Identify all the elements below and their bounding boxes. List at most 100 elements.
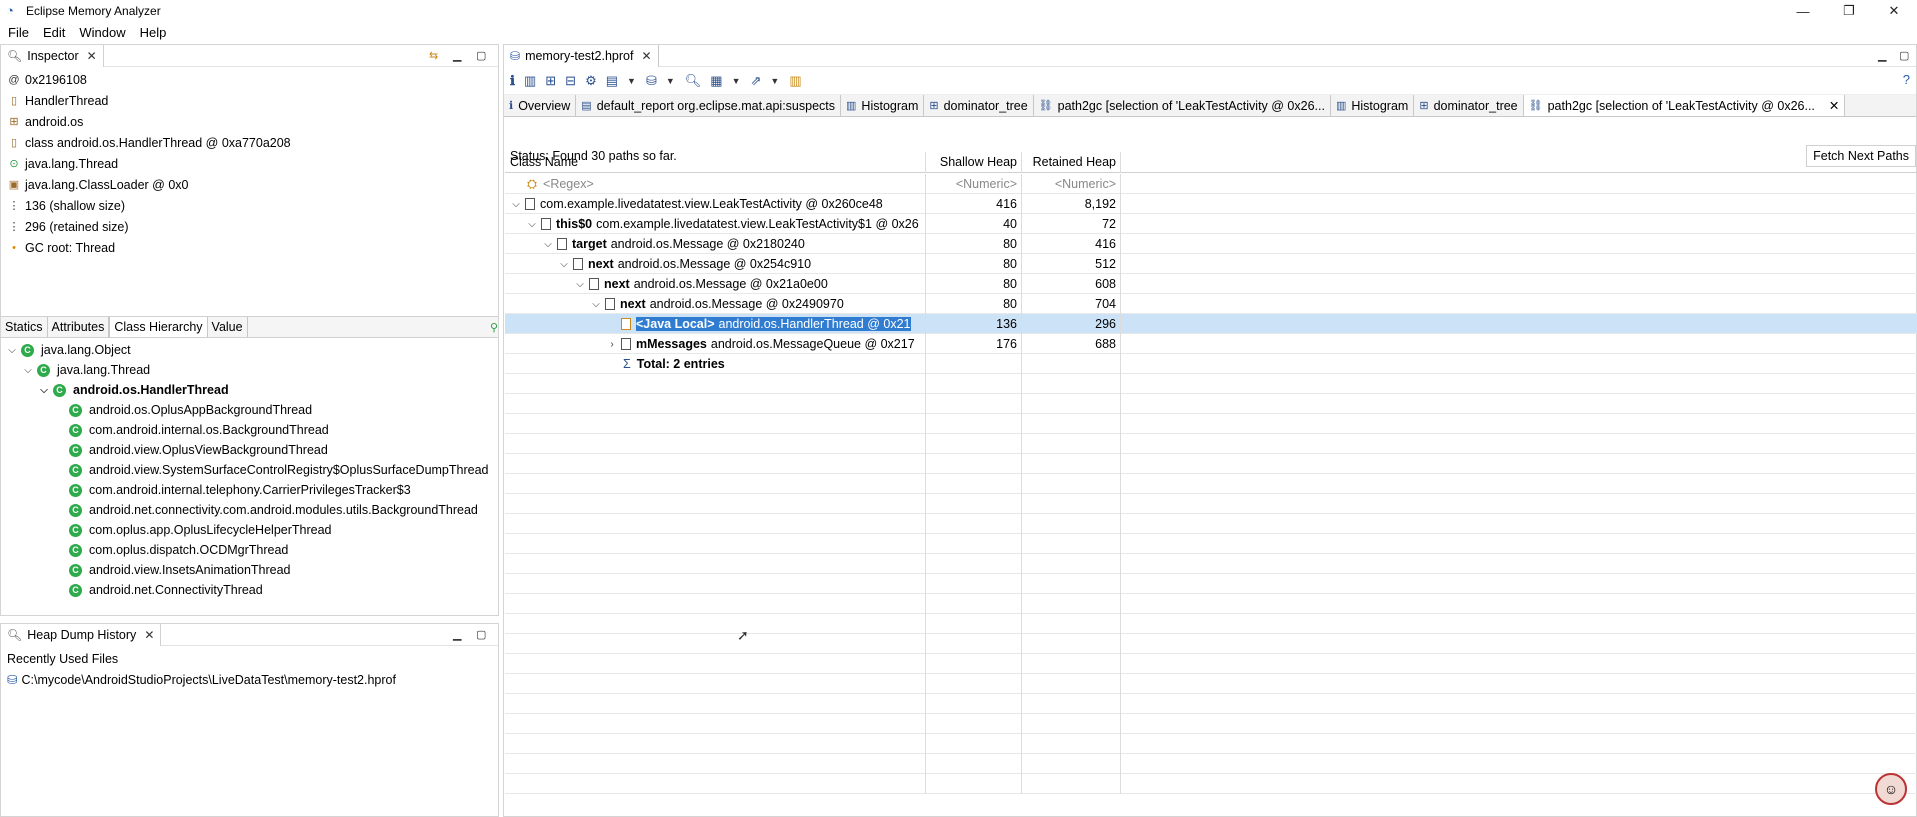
regex-filter-input[interactable]: <Regex> <box>543 177 594 191</box>
histogram-icon[interactable]: ▥ <box>524 73 536 89</box>
chevron-down-icon[interactable]: ⌵ <box>37 385 51 396</box>
close-icon[interactable]: ✕ <box>144 628 154 642</box>
tree-item[interactable]: Ccom.oplus.dispatch.OCDMgrThread <box>69 540 288 560</box>
menu-edit[interactable]: Edit <box>43 25 65 40</box>
tab-statics[interactable]: Statics <box>1 317 48 337</box>
help-icon[interactable]: ? <box>1903 72 1910 87</box>
minimize-view-button[interactable]: ▁ <box>453 49 461 62</box>
export-icon[interactable]: ⇗ <box>751 73 762 89</box>
tree-item[interactable]: ⌵ Cjava.lang.Object <box>5 340 130 360</box>
maximize-view-button[interactable]: ▢ <box>476 628 486 641</box>
column-class-name[interactable]: Class Name <box>510 155 578 169</box>
class-icon: C <box>53 383 66 397</box>
info-icon[interactable]: ℹ <box>510 73 515 89</box>
tab-dominator-tree[interactable]: ⊞ dominator_tree <box>924 95 1034 116</box>
empty-row <box>505 754 1917 774</box>
maximize-editor-button[interactable]: ▢ <box>1899 49 1909 62</box>
chevron-down-icon[interactable]: ⌵ <box>557 259 571 270</box>
tree-item[interactable]: Ccom.android.internal.os.BackgroundThrea… <box>69 420 329 440</box>
tab-path2gc-active[interactable]: ⛓ path2gc [selection of 'LeakTestActivity… <box>1523 95 1846 116</box>
tree-item[interactable]: ⌵ Candroid.os.HandlerThread <box>37 380 228 400</box>
table-total-row: Σ Total: 2 entries <box>505 354 1917 374</box>
table-row[interactable]: ⌵ this$0 com.example.livedatatest.view.Lea… <box>505 214 1917 234</box>
minimize-view-button[interactable]: ▁ <box>453 628 461 641</box>
tree-item[interactable]: Candroid.view.InsetsAnimationThread <box>69 560 291 580</box>
chevron-down-icon[interactable]: ⌵ <box>525 219 539 230</box>
tree-item[interactable]: Candroid.net.ConnectivityThread <box>69 580 263 600</box>
tree-item[interactable]: Candroid.net.connectivity.com.android.mo… <box>69 500 478 520</box>
chevron-down-icon[interactable]: ▼ <box>627 76 636 86</box>
table-row[interactable]: › mMessages android.os.MessageQueue @ 0x21… <box>505 334 1917 354</box>
chevron-right-icon[interactable]: › <box>605 339 619 350</box>
recent-file-item[interactable]: ⛁ C:\mycode\AndroidStudioProjects\LiveDa… <box>1 666 498 688</box>
tab-path2gc[interactable]: ⛓ path2gc [selection of 'LeakTestActivity… <box>1034 95 1331 116</box>
retained-filter-input[interactable]: <Numeric> <box>1021 174 1121 194</box>
query-browser-icon[interactable]: ⛁ <box>646 73 657 89</box>
menu-file[interactable]: File <box>8 25 29 40</box>
table-row[interactable]: ⌵ next android.os.Message @ 0x2490970 80 70… <box>505 294 1917 314</box>
maximize-button[interactable]: ❐ <box>1826 0 1872 22</box>
chevron-down-icon[interactable]: ▼ <box>770 76 779 86</box>
tree-item[interactable]: Ccom.oplus.app.OplusLifecycleHelperThrea… <box>69 520 332 540</box>
empty-row <box>505 454 1917 474</box>
chevron-down-icon[interactable]: ⌵ <box>573 279 587 290</box>
chevron-down-icon[interactable]: ⌵ <box>541 239 555 250</box>
menu-window[interactable]: Window <box>79 25 125 40</box>
close-icon[interactable]: ✕ <box>1829 98 1839 113</box>
thread-overview-icon[interactable]: ⚙ <box>585 73 597 89</box>
tab-default-report[interactable]: ▤ default_report org.eclipse.mat.api:susp… <box>576 95 842 116</box>
tree-item[interactable]: Candroid.view.OplusViewBackgroundThread <box>69 440 328 460</box>
maximize-view-button[interactable]: ▢ <box>476 49 486 62</box>
dominator-tree-icon[interactable]: ⊞ <box>545 73 556 89</box>
tab-histogram[interactable]: ▥ Histogram <box>841 95 925 116</box>
file-tab[interactable]: ⛁ memory-test2.hprof ✕ <box>504 45 659 67</box>
menu-help[interactable]: Help <box>140 25 167 40</box>
empty-row <box>505 394 1917 414</box>
tree-item[interactable]: Candroid.os.OplusAppBackgroundThread <box>69 400 312 420</box>
tab-histogram[interactable]: ▥ Histogram <box>1331 95 1415 116</box>
minimize-editor-button[interactable]: ▁ <box>1878 49 1886 62</box>
tab-dominator-tree[interactable]: ⊞ dominator_tree <box>1414 95 1524 116</box>
minimize-button[interactable]: — <box>1780 0 1826 22</box>
empty-row <box>505 494 1917 514</box>
chevron-down-icon[interactable]: ▼ <box>732 76 741 86</box>
table-row[interactable]: ⌵ com.example.livedatatest.view.LeakTestA… <box>505 194 1917 214</box>
group-by-icon[interactable]: ▦ <box>710 73 722 89</box>
chevron-down-icon[interactable]: ⌵ <box>5 345 19 356</box>
chevron-down-icon[interactable]: ⌵ <box>21 365 35 376</box>
tab-overview[interactable]: ℹ Overview <box>504 95 577 116</box>
column-shallow-heap[interactable]: Shallow Heap <box>925 152 1021 173</box>
superclass: ⊙ java.lang.Thread <box>1 153 498 174</box>
close-icon[interactable]: ✕ <box>641 49 651 63</box>
table-row[interactable]: ⌵ target android.os.Message @ 0x2180240 80… <box>505 234 1917 254</box>
table-row-selected[interactable]: <Java Local> android.os.HandlerThread @ 0… <box>505 314 1917 334</box>
search-icon[interactable]: 🔍︎ <box>685 73 702 89</box>
tab-class-hierarchy[interactable]: Class Hierarchy <box>109 317 208 337</box>
shallow-filter-input[interactable]: <Numeric> <box>925 174 1021 194</box>
close-window-button[interactable]: ✕ <box>1871 0 1917 22</box>
report-icon: ▤ <box>581 100 592 112</box>
pin-icon[interactable]: ⚲ <box>490 321 498 334</box>
class-file-icon: ▯ <box>10 137 18 149</box>
class-icon: C <box>69 503 82 517</box>
heap-dump-history-tab[interactable]: 🔍︎ Heap Dump History ✕ <box>1 624 162 646</box>
tree-item[interactable]: Ccom.android.internal.telephony.CarrierP… <box>69 480 411 500</box>
column-retained-heap[interactable]: Retained Heap <box>1021 152 1121 173</box>
chevron-down-icon[interactable]: ⌵ <box>589 299 603 310</box>
chevron-down-icon[interactable]: ⌵ <box>509 199 523 210</box>
calculate-retained-size-icon[interactable]: ▥ <box>789 73 801 89</box>
tab-attributes[interactable]: Attributes <box>48 317 110 337</box>
close-icon[interactable]: ✕ <box>87 49 97 63</box>
inspector-tab[interactable]: 🔍︎ Inspector ✕ <box>1 45 104 67</box>
link-with-view-icon[interactable]: ⇆ <box>429 49 438 62</box>
oql-icon[interactable]: ⊟ <box>565 73 576 89</box>
chevron-down-icon[interactable]: ▼ <box>666 76 675 86</box>
tree-item[interactable]: Candroid.view.SystemSurfaceControlRegist… <box>69 460 489 480</box>
avatar[interactable]: ☺ <box>1875 773 1907 805</box>
tree-item[interactable]: ⌵ Cjava.lang.Thread <box>21 360 150 380</box>
table-row[interactable]: ⌵ next android.os.Message @ 0x254c910 80 51… <box>505 254 1917 274</box>
tab-value[interactable]: Value <box>208 317 248 337</box>
reports-icon[interactable]: ▤ <box>606 73 618 89</box>
table-row[interactable]: ⌵ next android.os.Message @ 0x21a0e00 80 60… <box>505 274 1917 294</box>
dominator-tree-icon: ⊞ <box>1419 100 1429 112</box>
